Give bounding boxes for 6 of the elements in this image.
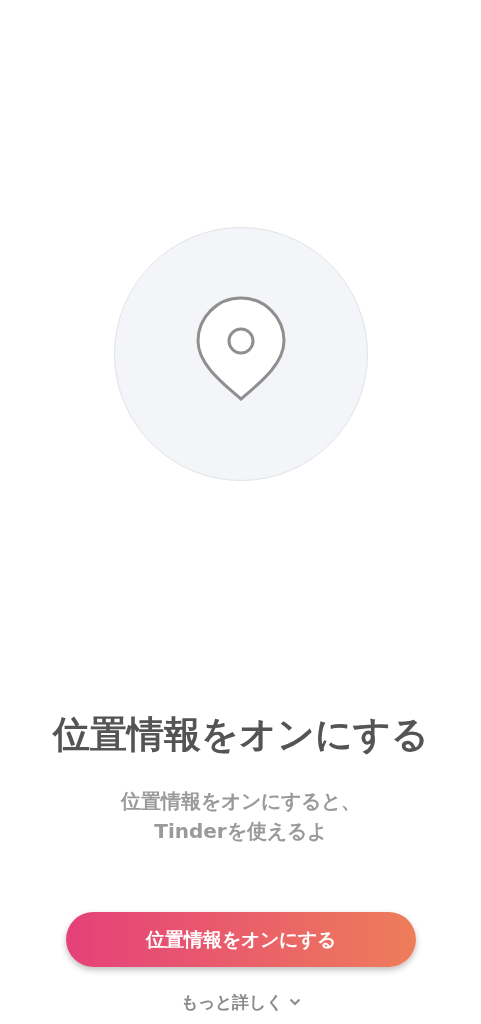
location-pin-icon [194, 295, 287, 401]
enable-location-button[interactable]: 位置情報をオンにする [65, 912, 416, 967]
description: 位置情報をオンにすると、 Tinderを使えるよ [120, 788, 361, 845]
learn-more-link[interactable]: もっと詳しく [180, 990, 301, 1014]
page-title: 位置情報をオンにする [52, 712, 429, 758]
chevron-down-icon [288, 998, 301, 1006]
